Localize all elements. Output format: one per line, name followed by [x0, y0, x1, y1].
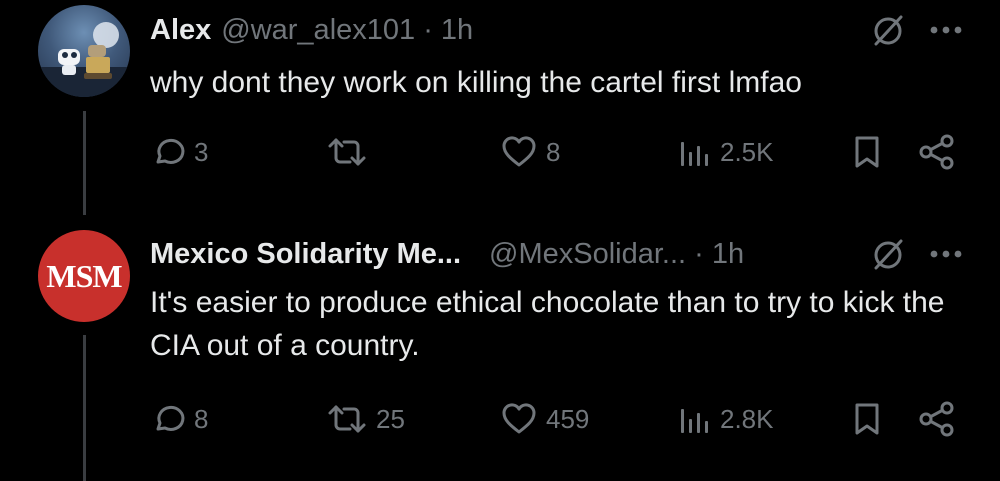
tweet-text: It's easier to produce ethical chocolate… [150, 286, 945, 362]
repost-count: 25 [376, 403, 405, 434]
bookmark-button[interactable] [852, 132, 882, 172]
tweet-text: why dont they work on killing the cartel… [150, 66, 802, 99]
like-icon [502, 403, 536, 434]
repost-button[interactable]: 25 [326, 399, 405, 439]
repost-icon [328, 138, 366, 166]
author-handle[interactable]: @war_alex101 · 1h [221, 13, 473, 47]
author-name[interactable]: Mexico Solidarity Me... [150, 237, 461, 271]
avatar-image [38, 22, 130, 97]
tweet-header: Mexico Solidarity Me... @MexSolidar... ·… [150, 236, 964, 272]
grok-icon[interactable] [870, 12, 906, 48]
more-icon[interactable] [928, 25, 964, 35]
views-icon [681, 142, 708, 166]
reply-icon [156, 406, 185, 431]
reply-count: 3 [194, 136, 209, 167]
share-icon [919, 134, 954, 170]
thread-line [83, 335, 86, 481]
repost-button[interactable] [326, 132, 376, 172]
reply-icon [156, 139, 185, 164]
author-name[interactable]: Alex [150, 13, 211, 47]
bookmark-icon [855, 136, 879, 168]
reply-count: 8 [194, 403, 209, 434]
avatar-logo-text: MSM [46, 257, 122, 294]
views-count: 2.8K [720, 403, 774, 434]
views-icon [681, 409, 708, 433]
share-button[interactable] [918, 399, 956, 439]
like-icon [502, 136, 536, 167]
like-button[interactable]: 8 [500, 132, 560, 172]
more-icon[interactable] [928, 249, 964, 259]
avatar[interactable] [38, 5, 130, 97]
like-count: 8 [546, 136, 561, 167]
views-button[interactable]: 2.5K [678, 132, 774, 172]
tweet-alex[interactable]: Alex @war_alex101 · 1h why dont they wor… [0, 0, 1000, 215]
author-handle[interactable]: @MexSolidar... · 1h [489, 237, 744, 271]
share-icon [919, 401, 954, 437]
grok-icon[interactable] [870, 236, 906, 272]
tweet-mexico-solidarity[interactable]: MSM Mexico Solidarity Me... @MexSolidar.… [0, 215, 1000, 481]
reply-button[interactable]: 3 [150, 132, 208, 172]
views-count: 2.5K [720, 136, 774, 167]
tweet-header: Alex @war_alex101 · 1h [150, 12, 964, 48]
bookmark-icon [855, 403, 879, 435]
views-button[interactable]: 2.8K [678, 399, 774, 439]
like-count: 459 [546, 403, 590, 434]
share-button[interactable] [918, 132, 956, 172]
repost-icon [328, 405, 366, 433]
avatar[interactable]: MSM [38, 230, 130, 322]
reply-button[interactable]: 8 [150, 399, 208, 439]
thread-line [83, 111, 86, 215]
bookmark-button[interactable] [852, 399, 882, 439]
like-button[interactable]: 459 [500, 399, 589, 439]
